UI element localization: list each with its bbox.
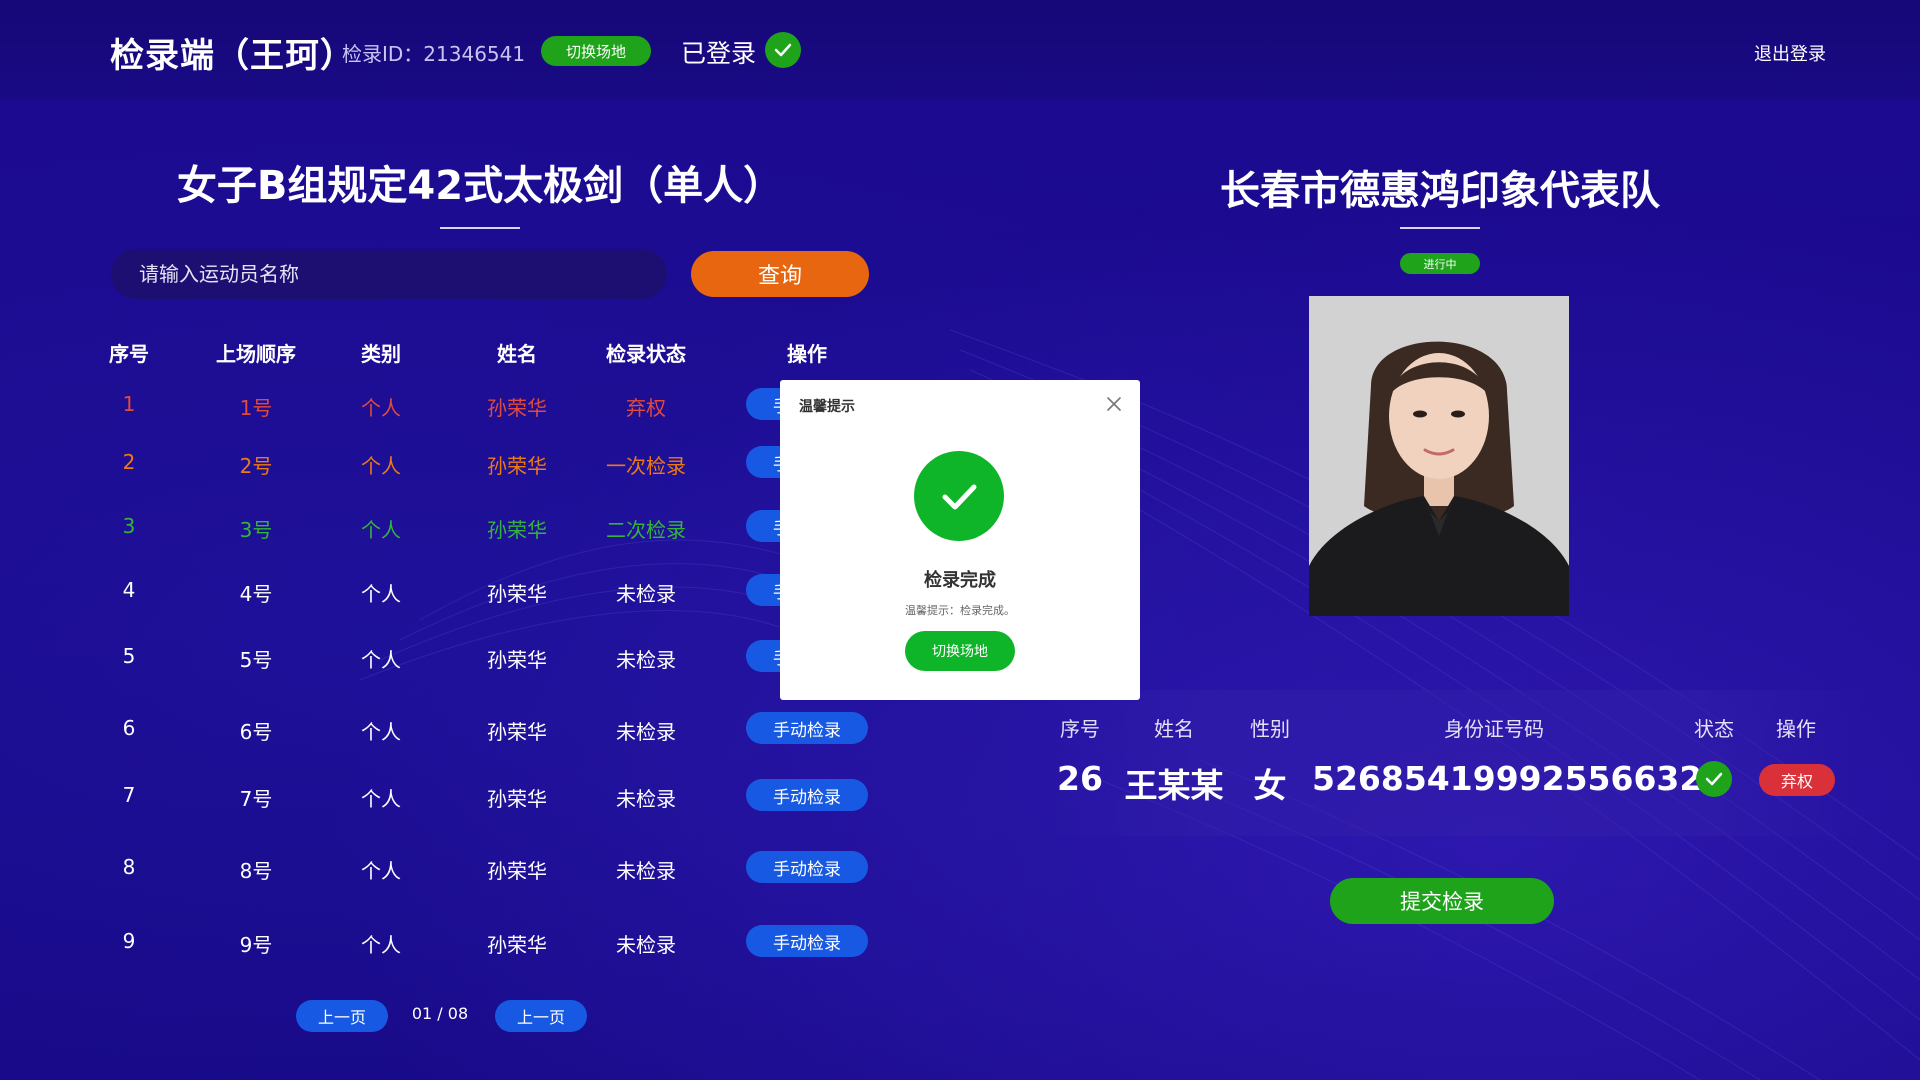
info-header-name: 姓名 [1154, 717, 1194, 741]
top-header: 检录端（王珂） 检录ID：21346541 切换场地 已登录 退出登录 [0, 0, 1920, 100]
page-indicator: 01 / 08 [411, 1004, 469, 1023]
row-category: 个人 [361, 582, 401, 606]
row-category: 个人 [361, 933, 401, 957]
next-page-button[interactable]: 上一页 [495, 1000, 587, 1032]
header-action: 操作 [787, 342, 827, 366]
manual-checkin-button[interactable]: 手动检录 [746, 712, 868, 744]
manual-checkin-button[interactable]: 手动检录 [746, 851, 868, 883]
row-index: 7 [122, 783, 136, 807]
row-name: 孙荣华 [487, 454, 547, 478]
athlete-photo [1309, 296, 1569, 616]
row-index: 2 [122, 450, 136, 474]
row-status: 未检录 [616, 720, 676, 744]
row-index: 1 [122, 392, 136, 416]
row-name: 孙荣华 [487, 518, 547, 542]
query-button[interactable]: 查询 [691, 251, 869, 297]
row-order: 1号 [239, 396, 273, 420]
checkin-id: 检录ID：21346541 [342, 42, 526, 66]
logged-in-status: 已登录 [681, 39, 757, 68]
prev-page-button[interactable]: 上一页 [296, 1000, 388, 1032]
header-index: 序号 [109, 342, 149, 366]
athlete-name: 王某某 [1124, 766, 1224, 805]
row-category: 个人 [361, 787, 401, 811]
row-order: 5号 [239, 648, 273, 672]
athlete-index: 26 [1057, 759, 1103, 798]
row-order: 9号 [239, 933, 273, 957]
submit-checkin-button[interactable]: 提交检录 [1330, 878, 1554, 924]
info-header-status: 状态 [1694, 717, 1734, 741]
app-title: 检录端（王珂） [110, 36, 355, 76]
logged-in-check-icon [765, 32, 801, 68]
header-order: 上场顺序 [216, 342, 296, 366]
row-order: 3号 [239, 518, 273, 542]
switch-venue-button[interactable]: 切换场地 [541, 36, 651, 66]
row-index: 4 [122, 578, 136, 602]
row-order: 6号 [239, 720, 273, 744]
row-name: 孙荣华 [487, 648, 547, 672]
row-status: 未检录 [616, 648, 676, 672]
row-status: 二次检录 [606, 518, 686, 542]
row-category: 个人 [361, 454, 401, 478]
row-status: 未检录 [616, 859, 676, 883]
row-status: 未检录 [616, 582, 676, 606]
row-status: 未检录 [616, 933, 676, 957]
event-title: 女子B组规定42式太极剑（单人） [176, 163, 784, 209]
dialog-heading: 检录完成 [924, 570, 996, 591]
row-name: 孙荣华 [487, 859, 547, 883]
row-category: 个人 [361, 720, 401, 744]
row-status: 弃权 [626, 396, 666, 420]
row-index: 8 [122, 855, 136, 879]
header-category: 类别 [361, 342, 401, 366]
waive-button[interactable]: 弃权 [1759, 764, 1835, 796]
row-category: 个人 [361, 648, 401, 672]
header-status: 检录状态 [606, 342, 686, 366]
row-status: 未检录 [616, 787, 676, 811]
dialog-title: 温馨提示 [799, 399, 855, 415]
dialog-switch-venue-button[interactable]: 切换场地 [905, 631, 1015, 671]
row-order: 7号 [239, 787, 273, 811]
close-icon[interactable] [1102, 392, 1126, 416]
row-index: 6 [122, 716, 136, 740]
row-name: 孙荣华 [487, 720, 547, 744]
info-header-action: 操作 [1776, 717, 1816, 741]
row-index: 9 [122, 929, 136, 953]
row-name: 孙荣华 [487, 787, 547, 811]
row-order: 2号 [239, 454, 273, 478]
row-name: 孙荣华 [487, 396, 547, 420]
row-index: 5 [122, 644, 136, 668]
team-title: 长春市德惠鸿印象代表队 [1220, 168, 1660, 214]
header-name: 姓名 [497, 342, 537, 366]
info-header-gender: 性别 [1250, 717, 1290, 741]
success-dialog: 温馨提示 检录完成 温馨提示：检录完成。 切换场地 [780, 380, 1140, 700]
manual-checkin-button[interactable]: 手动检录 [746, 925, 868, 957]
athlete-id-number: 526854199925566325 [1312, 759, 1726, 798]
row-category: 个人 [361, 396, 401, 420]
athlete-search-input[interactable] [111, 249, 667, 299]
row-order: 8号 [239, 859, 273, 883]
row-order: 4号 [239, 582, 273, 606]
athlete-gender: 女 [1253, 766, 1287, 805]
checkin-ok-icon [1696, 761, 1732, 797]
status-badge: 进行中 [1400, 253, 1480, 274]
info-header-id-number: 身份证号码 [1444, 717, 1544, 741]
row-name: 孙荣华 [487, 582, 547, 606]
info-header-index: 序号 [1060, 717, 1100, 741]
logout-link[interactable]: 退出登录 [1754, 40, 1826, 66]
team-title-underline [1400, 227, 1480, 229]
event-title-underline [440, 227, 520, 229]
row-category: 个人 [361, 859, 401, 883]
dialog-message: 温馨提示：检录完成。 [905, 604, 1015, 617]
row-status: 一次检录 [606, 454, 686, 478]
success-check-icon [914, 451, 1004, 541]
row-category: 个人 [361, 518, 401, 542]
manual-checkin-button[interactable]: 手动检录 [746, 779, 868, 811]
row-index: 3 [122, 514, 136, 538]
row-name: 孙荣华 [487, 933, 547, 957]
